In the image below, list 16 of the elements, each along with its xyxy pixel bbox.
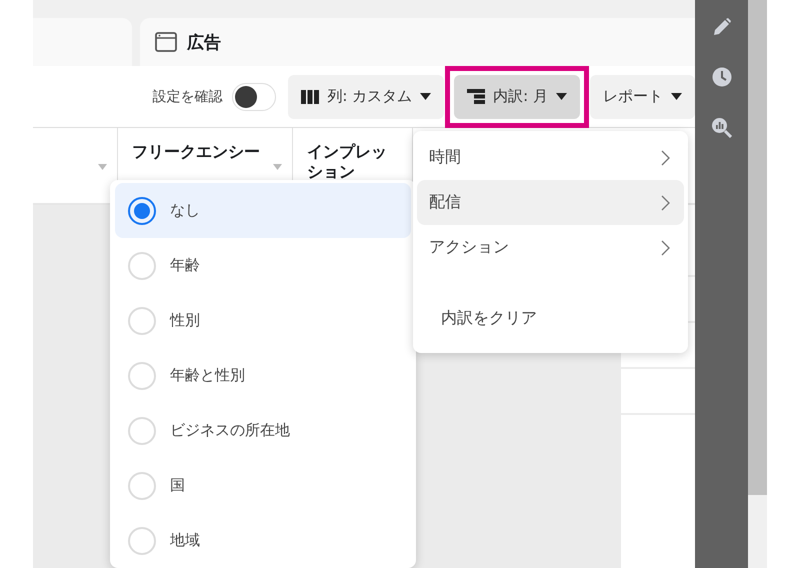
radio-option[interactable]: 地域 xyxy=(115,513,411,568)
menu-item[interactable]: 内訳をクリア xyxy=(417,270,684,348)
radio-option[interactable]: 国 xyxy=(115,458,411,513)
panel-title: 広告 xyxy=(187,32,221,54)
radio-option[interactable]: 性別 xyxy=(115,293,411,348)
report-button[interactable]: レポート xyxy=(590,74,695,118)
radio-option[interactable]: なし xyxy=(115,183,411,238)
menu-item[interactable]: アクション xyxy=(417,225,684,270)
menu-item[interactable]: 配信 xyxy=(417,180,684,225)
menu-item[interactable]: 時間 xyxy=(417,135,684,180)
columns-button[interactable]: 列: カスタム xyxy=(288,74,444,118)
radio-option[interactable]: 年齢 xyxy=(115,238,411,293)
toggle-label: 設定を確認 xyxy=(152,88,222,106)
radio-option[interactable]: ビジネスの所在地 xyxy=(115,403,411,458)
radio-option[interactable]: 年齢と性別 xyxy=(115,348,411,403)
breakdown-button[interactable]: 内訳: 月 xyxy=(454,74,580,118)
